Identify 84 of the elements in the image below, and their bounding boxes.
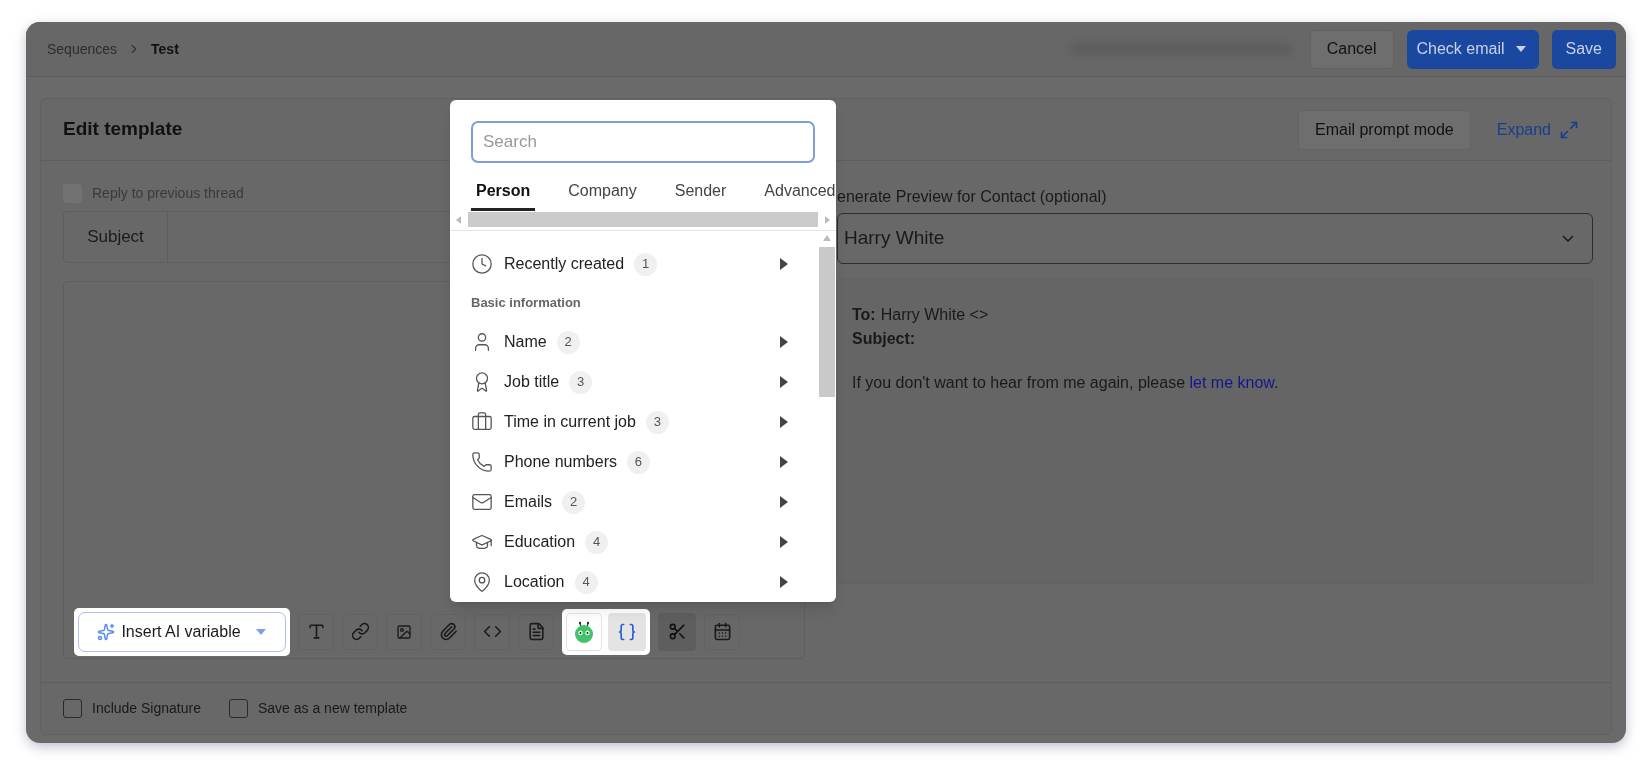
cancel-button[interactable]: Cancel xyxy=(1309,29,1394,69)
menu-item[interactable]: Emails 2 xyxy=(471,482,788,522)
save-button[interactable]: Save xyxy=(1551,29,1616,69)
caret-icon xyxy=(1514,45,1527,53)
submenu-arrow-icon xyxy=(780,496,788,508)
scroll-right-icon xyxy=(824,215,830,224)
item-label: Time in current job xyxy=(504,412,636,432)
to-label: To: xyxy=(852,305,876,325)
menu-item[interactable]: Phone numbers 6 xyxy=(471,442,788,482)
email-prompt-mode-button[interactable]: Email prompt mode xyxy=(1298,109,1471,150)
checkbox-label: Include Signature xyxy=(92,699,201,718)
count-badge: 2 xyxy=(556,330,580,354)
briefcase-icon xyxy=(471,411,493,433)
image-button[interactable] xyxy=(386,613,422,650)
count-badge: 4 xyxy=(574,570,598,594)
menu-item[interactable]: Job title 3 xyxy=(471,362,788,402)
robot-icon xyxy=(572,619,596,644)
calendar-icon xyxy=(712,622,732,641)
scroll-left-icon xyxy=(456,215,462,224)
item-label: Location xyxy=(504,572,565,592)
checkbox-label: Save as a new template xyxy=(257,699,408,718)
envelope-icon xyxy=(471,491,493,513)
submenu-arrow-icon xyxy=(780,336,788,348)
tab[interactable]: Sender xyxy=(669,173,732,211)
count-badge: 4 xyxy=(585,530,609,554)
submenu-arrow-icon xyxy=(780,416,788,428)
variables-button[interactable] xyxy=(608,612,646,651)
subject-label: Subject: xyxy=(852,329,916,349)
card-title: Edit template xyxy=(63,117,183,142)
tab[interactable]: Company xyxy=(563,173,642,211)
menu-item[interactable]: Education 4 xyxy=(471,522,788,562)
scissors-icon xyxy=(667,622,687,641)
item-label: Name xyxy=(504,332,547,352)
document-icon xyxy=(526,622,546,641)
count-badge: 6 xyxy=(626,450,650,474)
item-label: Emails xyxy=(504,492,552,512)
menu-item[interactable]: Name 2 xyxy=(471,322,788,362)
to-value: Harry White <> xyxy=(880,305,989,325)
text-format-icon xyxy=(306,622,326,641)
phone-icon xyxy=(471,451,493,473)
calendar-button[interactable] xyxy=(704,613,740,650)
count-badge: 2 xyxy=(562,490,585,514)
sparkles-icon xyxy=(97,622,116,641)
search-field[interactable]: Search xyxy=(471,121,815,163)
braces-icon xyxy=(617,621,637,642)
text-format-button[interactable] xyxy=(298,613,334,650)
check-email-button[interactable]: Check email xyxy=(1406,29,1539,69)
image-icon xyxy=(396,623,412,640)
code-button[interactable] xyxy=(474,613,510,650)
breadcrumb-current: Test xyxy=(151,39,179,59)
submenu-arrow-icon xyxy=(780,376,788,388)
subject-label: Subject xyxy=(64,212,168,262)
document-button[interactable] xyxy=(518,613,554,650)
submenu-arrow-icon xyxy=(780,258,788,270)
tab[interactable]: Advanced xyxy=(759,173,836,211)
link-button[interactable] xyxy=(342,613,378,650)
checkbox[interactable] xyxy=(63,699,82,718)
submenu-arrow-icon xyxy=(780,456,788,468)
field-label: enerate Preview for Contact (optional) xyxy=(837,187,1108,207)
ai-assistant-button[interactable] xyxy=(566,612,602,651)
chevron-down-icon xyxy=(1562,235,1574,242)
link-icon xyxy=(350,622,370,641)
count-badge: 3 xyxy=(645,410,669,434)
submenu-arrow-icon xyxy=(780,576,788,588)
section-heading: Basic information xyxy=(471,294,582,313)
item-label: Job title xyxy=(504,372,560,392)
scroll-up-icon xyxy=(823,235,831,241)
count-badge: 1 xyxy=(634,252,658,276)
insert-ai-variable-button[interactable]: Insert AI variable xyxy=(78,611,286,652)
expand-icon xyxy=(1559,119,1579,140)
paperclip-button[interactable] xyxy=(430,613,466,650)
count-badge: 3 xyxy=(569,370,593,394)
map-pin-icon xyxy=(471,571,493,593)
caret-icon xyxy=(254,627,267,636)
menu-item[interactable]: Location 4 xyxy=(471,562,788,602)
checkbox[interactable] xyxy=(228,699,248,718)
menu-item[interactable]: Time in current job 3 xyxy=(471,402,788,442)
scissors-button[interactable] xyxy=(658,612,696,651)
clock-icon xyxy=(471,253,493,275)
item-label: Phone numbers xyxy=(504,452,617,472)
submenu-arrow-icon xyxy=(780,536,788,548)
paperclip-icon xyxy=(438,622,458,641)
item-label: Education xyxy=(504,532,576,552)
body-text: If you don't want to hear from me again, please let me know. xyxy=(852,373,1279,393)
